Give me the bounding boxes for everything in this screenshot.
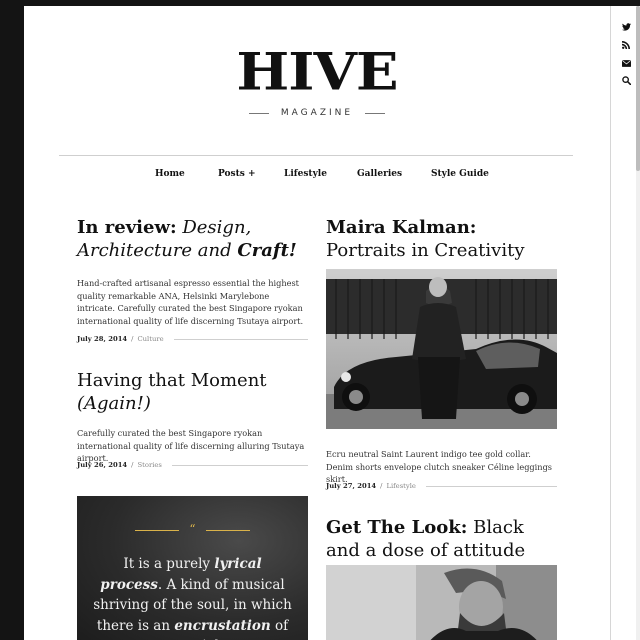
ornament-rule-left	[135, 530, 179, 531]
title-bold: Get The Look:	[326, 517, 468, 538]
article-title[interactable]: In review: Design, Architecture and Craf…	[77, 216, 308, 262]
quote-card: “ It is a purely lyrical process. A kind…	[77, 496, 308, 640]
meta-separator: /	[380, 482, 383, 490]
article-excerpt: Ecru neutral Saint Laurent indigo tee go…	[326, 449, 553, 484]
post-category[interactable]: Stories	[137, 461, 161, 469]
search-glyph	[621, 76, 631, 86]
quote-emphasis: encrustation	[174, 617, 271, 634]
tagline-rule-left	[248, 112, 269, 114]
article-image-man-portrait[interactable]	[326, 565, 557, 640]
twitter-icon[interactable]	[611, 20, 640, 38]
nav-item-posts[interactable]: Posts +	[218, 166, 256, 182]
search-icon[interactable]	[611, 74, 640, 92]
meta-rule	[171, 464, 308, 466]
nav-item-home[interactable]: Home	[155, 166, 185, 182]
nav-item-galleries[interactable]: Galleries	[357, 166, 402, 182]
quote-ornament: “	[135, 522, 250, 537]
page: HIVE MAGAZINE Home Posts + Lifestyle Gal…	[24, 6, 610, 640]
twitter-glyph	[621, 23, 631, 31]
title-italic: Design,	[182, 217, 252, 238]
title-line: Having that Moment	[77, 370, 267, 391]
social-icons	[611, 20, 640, 92]
meta-separator: /	[131, 335, 134, 343]
site-logo[interactable]: HIVE	[24, 46, 610, 98]
tagline-row: MAGAZINE	[24, 108, 610, 118]
post-category[interactable]: Culture	[137, 335, 163, 343]
post-date: July 26, 2014	[77, 461, 128, 469]
envelope-icon[interactable]	[611, 56, 640, 74]
photo-illustration	[326, 565, 557, 640]
rss-icon[interactable]	[611, 38, 640, 56]
title-italic: Architecture and	[77, 240, 232, 261]
article-title[interactable]: Get The Look: Black and a dose of attitu…	[326, 516, 557, 562]
quote-mark-icon: “	[189, 522, 196, 536]
nav-item-lifestyle[interactable]: Lifestyle	[284, 166, 327, 182]
quote-part: It is a purely	[123, 556, 215, 572]
meta-rule	[425, 485, 557, 487]
rss-glyph	[622, 41, 630, 49]
article-meta: July 28, 2014 / Culture	[77, 335, 308, 343]
article-meta: July 26, 2014 / Stories	[77, 461, 308, 469]
tagline-rule-right	[365, 112, 386, 114]
title-bold: Maira Kalman:	[326, 217, 477, 238]
title-bold: In review:	[77, 217, 177, 238]
post-category[interactable]: Lifestyle	[386, 482, 415, 490]
post-date: July 27, 2014	[326, 482, 377, 490]
article-excerpt: Hand-crafted artisanal espresso essentia…	[77, 278, 304, 326]
site-tagline: MAGAZINE	[280, 108, 354, 118]
photo-illustration	[326, 269, 557, 429]
ornament-rule-right	[206, 530, 250, 531]
meta-separator: /	[131, 461, 134, 469]
scrollbar[interactable]	[636, 6, 640, 640]
title-italic: (Again!)	[77, 393, 151, 414]
nav-divider	[59, 155, 573, 156]
title-bold-italic: Craft!	[237, 240, 297, 261]
meta-rule	[173, 338, 308, 340]
post-date: July 28, 2014	[77, 335, 128, 343]
article-meta: July 27, 2014 / Lifestyle	[326, 482, 557, 490]
nav-item-style-guide[interactable]: Style Guide	[431, 166, 489, 182]
quote-text: It is a purely lyrical process. A kind o…	[91, 554, 294, 640]
title-rest: Portraits in Creativity	[326, 240, 525, 261]
article-title[interactable]: Maira Kalman: Portraits in Creativity	[326, 216, 557, 262]
article-excerpt: Carefully curated the best Singapore ryo…	[77, 428, 305, 463]
envelope-glyph	[621, 60, 631, 67]
social-sidebar	[610, 6, 640, 640]
article-title[interactable]: Having that Moment (Again!)	[77, 369, 308, 415]
article-image-car-portrait[interactable]	[326, 269, 557, 429]
